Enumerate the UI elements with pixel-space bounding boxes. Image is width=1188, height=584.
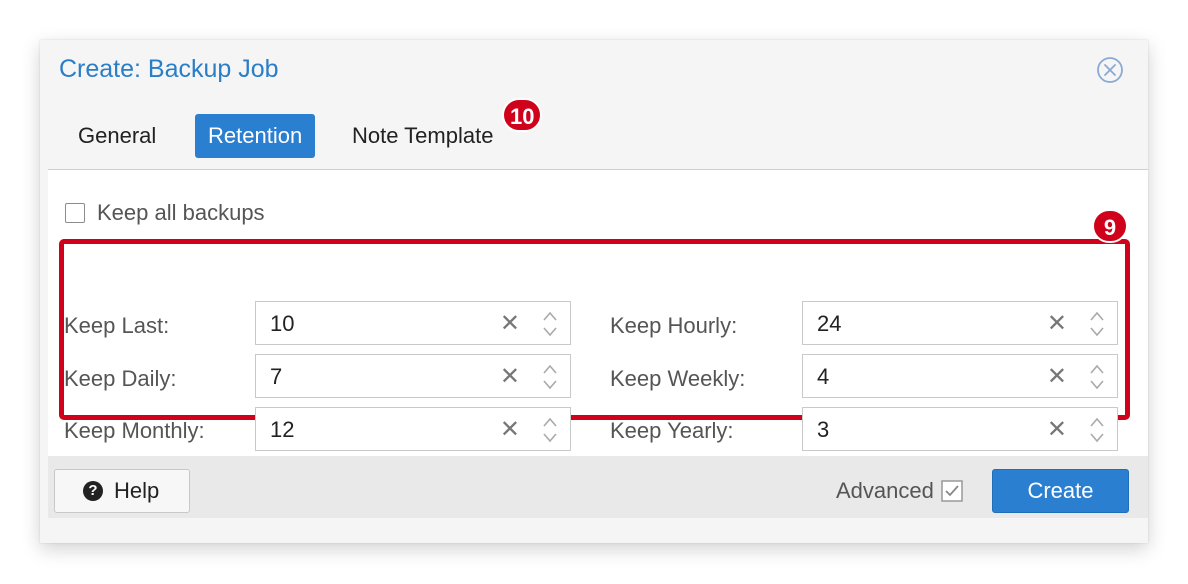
keep-yearly-value: 3 <box>817 417 830 442</box>
keep-daily-value: 7 <box>270 364 283 389</box>
tab-retention[interactable]: Retention <box>195 114 316 158</box>
keep-last-label: Keep Last: <box>64 313 170 338</box>
spinner-icon[interactable] <box>1089 309 1105 339</box>
keep-daily-field[interactable]: 7 ✕ <box>255 354 571 398</box>
help-label: Help <box>114 478 160 503</box>
keep-last-field[interactable]: 10 ✕ <box>255 301 571 345</box>
clear-icon[interactable]: ✕ <box>1047 408 1067 452</box>
keep-yearly-label: Keep Yearly: <box>610 418 734 443</box>
clear-icon[interactable]: ✕ <box>1047 355 1067 399</box>
keep-last-value: 10 <box>270 311 295 336</box>
spinner-icon[interactable] <box>542 309 558 339</box>
keep-weekly-label: Keep Weekly: <box>610 366 746 391</box>
keep-weekly-field[interactable]: 4 ✕ <box>802 354 1118 398</box>
backup-job-dialog: Create: Backup Job General Retention Not… <box>40 40 1148 543</box>
keep-monthly-label: Keep Monthly: <box>64 418 205 443</box>
spinner-icon[interactable] <box>1089 362 1105 392</box>
clear-icon[interactable]: ✕ <box>500 355 520 399</box>
keep-all-checkbox[interactable] <box>65 203 85 223</box>
keep-monthly-value: 12 <box>270 417 295 442</box>
keep-monthly-field[interactable]: 12 ✕ <box>255 407 571 451</box>
keep-weekly-value: 4 <box>817 364 830 389</box>
help-button[interactable]: ? Help <box>54 469 190 513</box>
dialog-footer: ? Help Advanced Create <box>48 456 1148 518</box>
create-button[interactable]: Create <box>992 469 1129 513</box>
tab-general[interactable]: General <box>65 114 169 158</box>
annotation-badge-10: 10 <box>502 98 543 132</box>
advanced-toggle[interactable]: Advanced <box>836 469 964 513</box>
tab-note-template[interactable]: Note Template <box>339 114 506 158</box>
keep-hourly-field[interactable]: 24 ✕ <box>802 301 1118 345</box>
dialog-title: Create: Backup Job <box>59 55 279 83</box>
keep-daily-label: Keep Daily: <box>64 366 177 391</box>
dialog-header: Create: Backup Job General Retention Not… <box>40 40 1148 170</box>
spinner-icon[interactable] <box>1089 415 1105 445</box>
annotation-badge-9: 9 <box>1092 209 1128 243</box>
clear-icon[interactable]: ✕ <box>500 408 520 452</box>
keep-hourly-label: Keep Hourly: <box>610 313 738 338</box>
help-icon: ? <box>83 481 103 501</box>
keep-yearly-field[interactable]: 3 ✕ <box>802 407 1118 451</box>
retention-panel: Keep all backups Keep Last: 10 ✕ Keep Da… <box>48 170 1148 456</box>
keep-all-label: Keep all backups <box>97 200 265 225</box>
keep-hourly-value: 24 <box>817 311 842 336</box>
advanced-label: Advanced <box>836 478 934 503</box>
spinner-icon[interactable] <box>542 362 558 392</box>
keep-all-backups-row[interactable]: Keep all backups <box>65 200 265 226</box>
advanced-checkbox-icon[interactable] <box>940 479 964 503</box>
close-icon[interactable] <box>1096 56 1124 84</box>
clear-icon[interactable]: ✕ <box>1047 302 1067 346</box>
clear-icon[interactable]: ✕ <box>500 302 520 346</box>
spinner-icon[interactable] <box>542 415 558 445</box>
